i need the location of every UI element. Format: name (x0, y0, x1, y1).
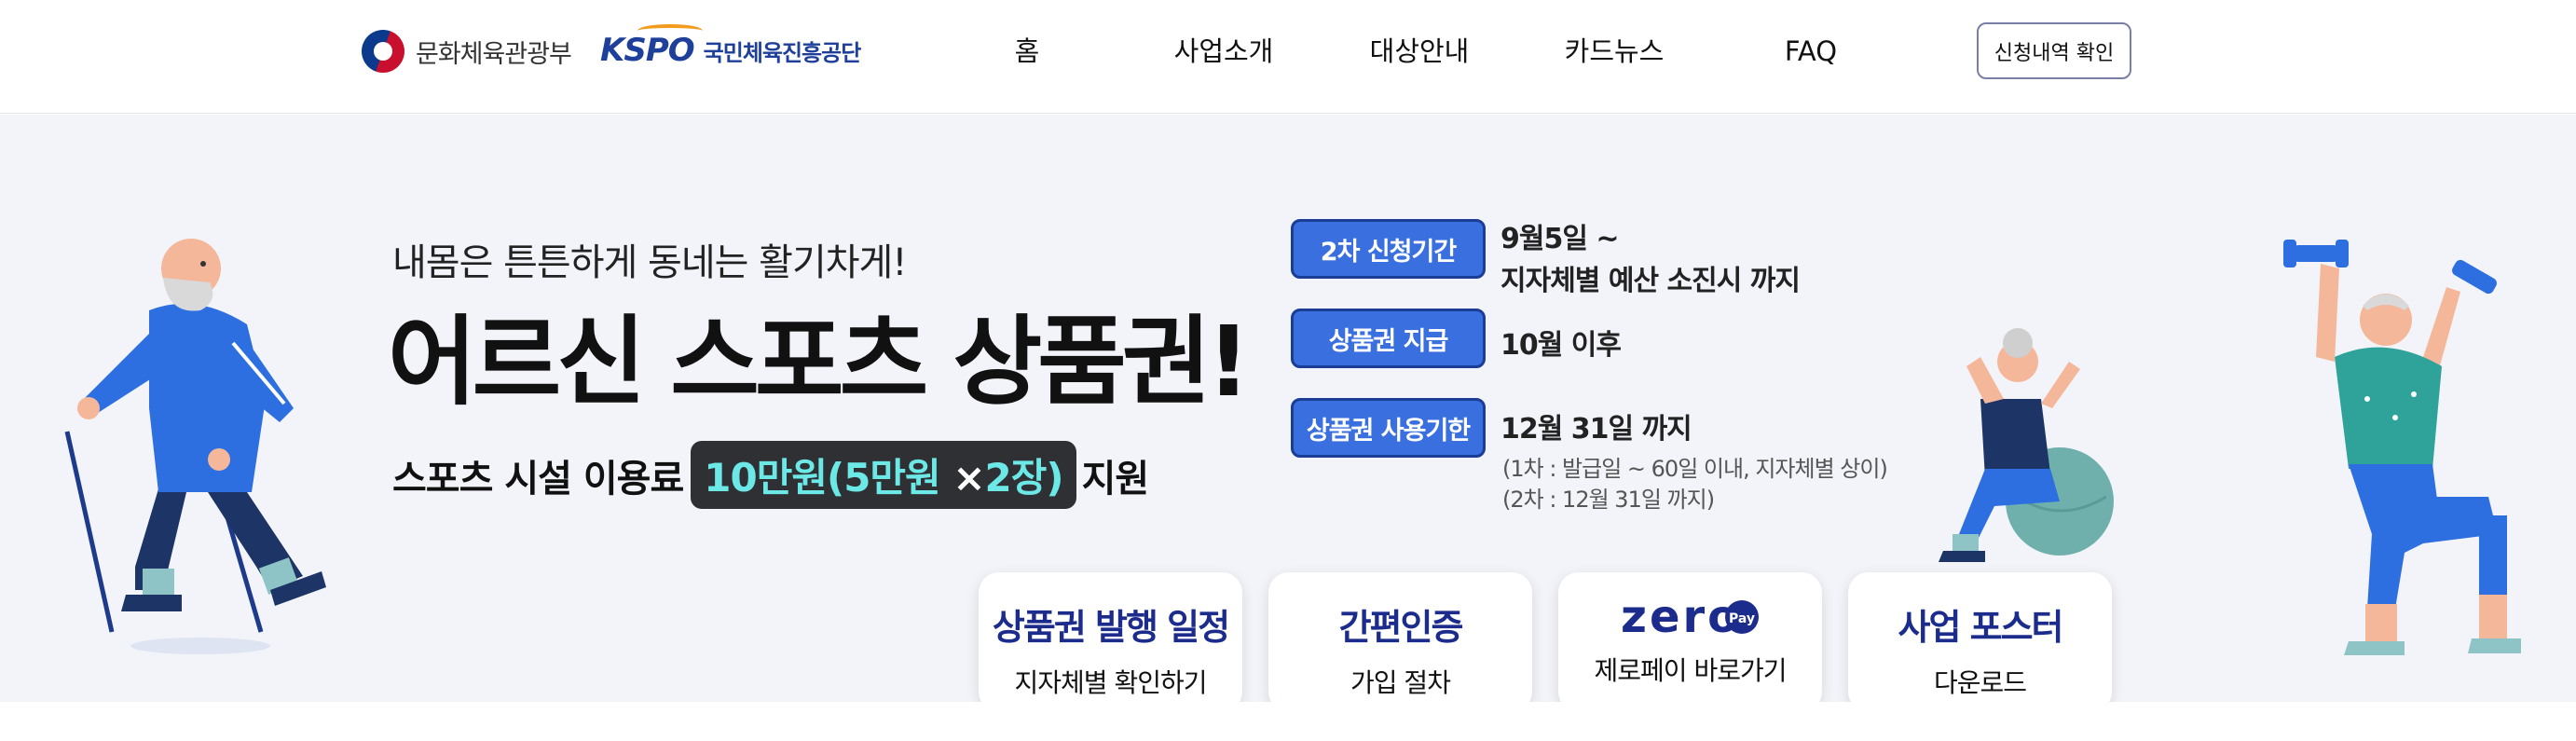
elderly-woman-ball-illustration (1939, 328, 2114, 562)
card-subtitle: 가입 절차 (1350, 667, 1451, 698)
voucher-issue-date: 10월 이후 (1500, 329, 1622, 362)
nav-card-news[interactable]: 카드뉴스 (1565, 28, 1665, 75)
expiry-note-second: (2차 : 12월 31일 까지) (1502, 487, 1715, 513)
subline-suffix: 지원 (1081, 457, 1150, 501)
nav-home[interactable]: 홈 (1015, 28, 1040, 75)
subline-amount-badge: 10만원(5만원 ×2장) (691, 441, 1076, 509)
nav-business-intro[interactable]: 사업소개 (1174, 28, 1274, 75)
card-issue-schedule[interactable]: 상품권 발행 일정 지자체별 확인하기 (979, 572, 1242, 702)
hero-banner: 내몸은 튼튼하게 동네는 활기차게! 어르신 스포츠 상품권! 스포츠 시설 이… (0, 115, 2576, 702)
subline-detail-open: (5만원 (827, 455, 941, 501)
card-title: 간편인증 (1338, 607, 1464, 648)
zeropay-logo-text: zero (1621, 595, 1741, 639)
ministry-logo[interactable]: 문화체육관광부 (362, 28, 572, 75)
application-period-end: 지자체별 예산 소진시 까지 (1500, 265, 1801, 297)
apply-check-button[interactable]: 신청내역 확인 (1977, 22, 2131, 79)
nav-target-guide[interactable]: 대상안내 (1370, 28, 1470, 75)
zeropay-logo-icon: zero Pay (1621, 595, 1759, 639)
tag-second-application-period: 2차 신청기간 (1291, 219, 1486, 279)
hero-slogan: 내몸은 튼튼하게 동네는 활기차게! (392, 241, 907, 284)
card-poster-download[interactable]: 사업 포스터 다운로드 (1848, 572, 2112, 702)
voucher-expiry-date: 12월 31일 까지 (1500, 413, 1692, 446)
card-title: 사업 포스터 (1898, 607, 2063, 648)
subline-detail-close: 2장) (984, 455, 1064, 501)
subline-amount: 10만원 (704, 455, 828, 501)
subline-prefix: 스포츠 시설 이용료 (392, 457, 684, 501)
kspo-logo-text: 국민체육진흥공단 (703, 39, 862, 66)
card-title: 상품권 발행 일정 (992, 607, 1230, 648)
tag-voucher-expiry: 상품권 사용기한 (1291, 398, 1486, 458)
ministry-logo-text: 문화체육관광부 (416, 39, 572, 69)
elderly-hiker-illustration (64, 239, 326, 654)
elderly-man-dumbbell-illustration (2283, 240, 2521, 655)
kspo-logo[interactable]: KSPO 국민체육진흥공단 (600, 24, 862, 75)
kspo-logo-mark: KSPO (600, 24, 703, 69)
expiry-note-first: (1차 : 발급일 ~ 60일 이내, 지자체별 상이) (1502, 456, 1888, 482)
nav-faq[interactable]: FAQ (1785, 28, 1837, 75)
taegeuk-icon (362, 30, 404, 73)
card-zeropay[interactable]: zero Pay 제로페이 바로가기 (1558, 572, 1822, 702)
tag-voucher-issue: 상품권 지급 (1291, 309, 1486, 368)
hero-subline: 스포츠 시설 이용료 10만원(5만원 ×2장) 지원 (392, 441, 1150, 509)
hero-title: 어르신 스포츠 상품권! (388, 305, 1251, 419)
application-period-start: 9월5일 ~ (1500, 223, 1620, 255)
zeropay-logo: zero Pay (1558, 595, 1822, 639)
subline-times: × (952, 455, 985, 501)
zeropay-logo-badge: Pay (1728, 611, 1754, 626)
card-easy-auth[interactable]: 간편인증 가입 절차 (1268, 572, 1532, 702)
card-subtitle: 다운로드 (1933, 667, 2027, 698)
site-header: 문화체육관광부 KSPO 국민체육진흥공단 홈 사업소개 대상안내 카드뉴스 F… (0, 0, 2576, 114)
card-subtitle: 지자체별 확인하기 (1014, 667, 1208, 698)
card-subtitle: 제로페이 바로가기 (1594, 655, 1788, 686)
